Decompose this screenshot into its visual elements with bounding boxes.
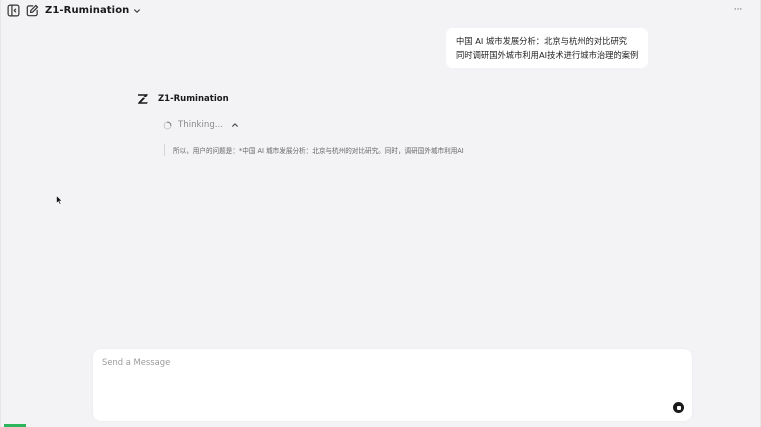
thinking-label: Thinking... — [178, 120, 223, 130]
thought-text: 所以，用户的问题是：*中国 AI 城市发展分析：北京与杭州的对比研究。同时，调研… — [173, 147, 464, 155]
assistant-header: Z1-Rumination — [137, 92, 229, 106]
window-left-border — [0, 0, 1, 427]
user-message-bubble: 中国 AI 城市发展分析：北京与杭州的对比研究 同时调研国外城市利用AI技术进行… — [446, 28, 648, 68]
assistant-name: Z1-Rumination — [158, 94, 229, 104]
model-name: Z1-Rumination — [45, 5, 130, 16]
chevron-up-icon — [232, 123, 238, 127]
thought-content: 所以，用户的问题是：*中国 AI 城市发展分析：北京与杭州的对比研究。同时，调研… — [164, 144, 464, 156]
model-selector[interactable]: Z1-Rumination — [45, 3, 141, 18]
app-window: Z1-Rumination ··· 中国 AI 城市发展分析：北京与杭州的对比研… — [0, 0, 761, 427]
user-message-line: 同时调研国外城市利用AI技术进行城市治理的案例 — [456, 50, 639, 60]
chevron-down-icon — [134, 8, 141, 13]
thinking-toggle[interactable]: Thinking... — [163, 119, 239, 131]
stop-icon — [676, 405, 681, 410]
edit-icon[interactable] — [26, 4, 39, 17]
message-input[interactable] — [102, 355, 662, 369]
user-message-line: 中国 AI 城市发展分析：北京与杭州的对比研究 — [456, 36, 628, 46]
stop-generation-button[interactable] — [673, 402, 684, 413]
mouse-cursor-icon — [56, 195, 63, 205]
top-bar: Z1-Rumination ··· — [0, 0, 761, 22]
z-logo-icon — [137, 93, 149, 105]
message-composer — [93, 349, 692, 421]
spinner-icon — [163, 121, 172, 129]
more-icon[interactable]: ··· — [731, 4, 745, 16]
sidebar-toggle-icon[interactable] — [7, 4, 20, 17]
